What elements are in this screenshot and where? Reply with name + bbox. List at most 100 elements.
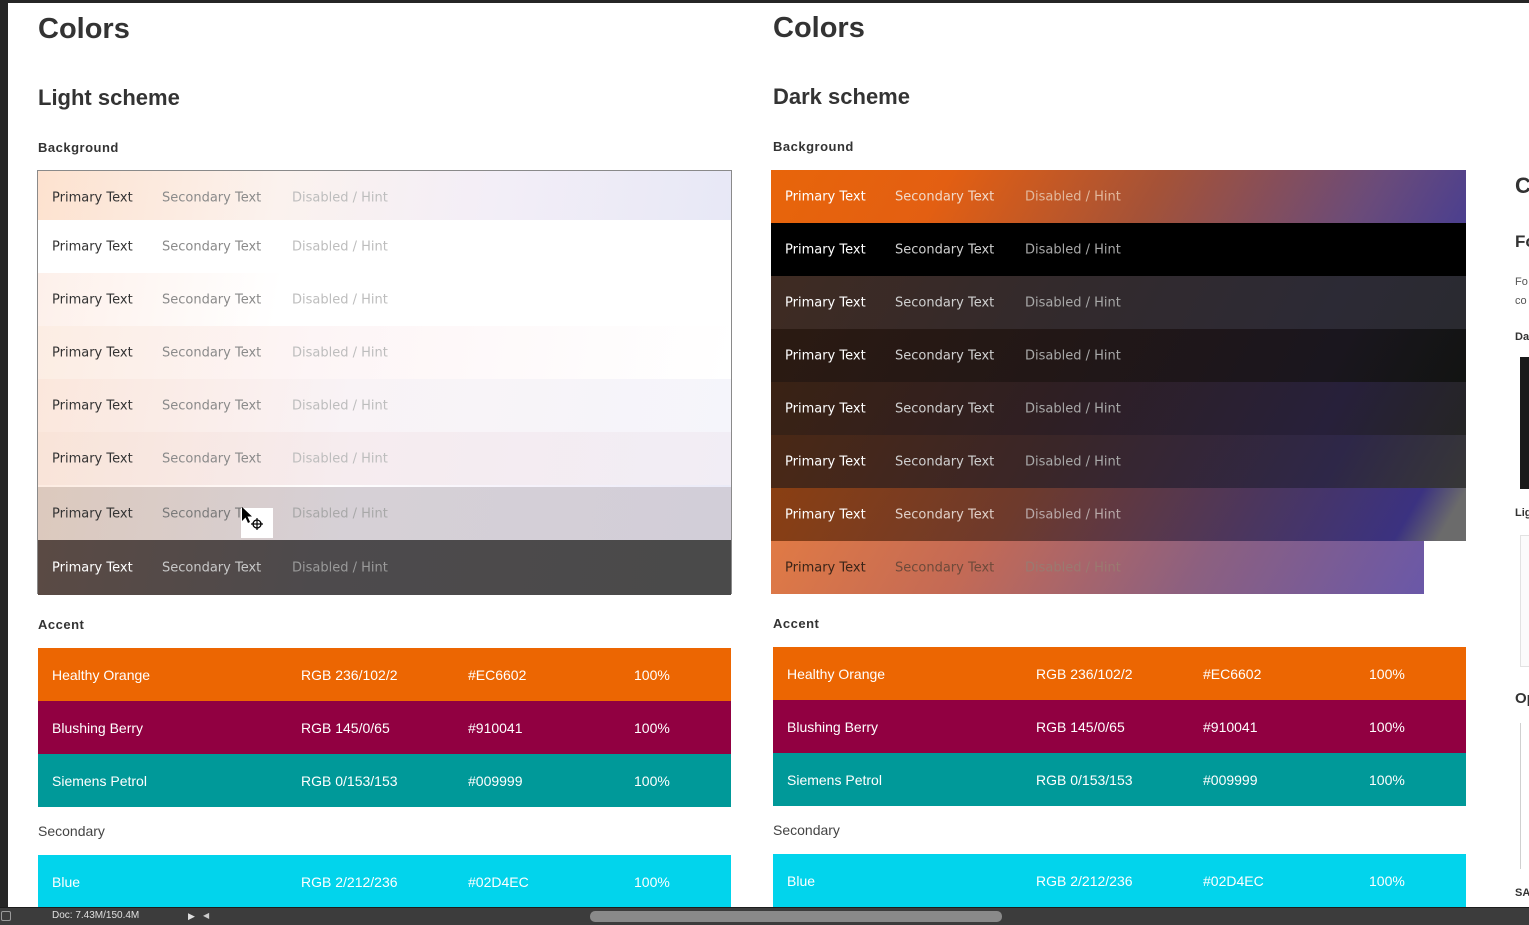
hint-text: Disabled / Hint <box>1025 295 1121 310</box>
color-name: Blushing Berry <box>52 719 144 736</box>
hint-text: Disabled / Hint <box>292 239 388 254</box>
hint-text: Disabled / Hint <box>1025 507 1121 522</box>
color-rgb: RGB 0/153/153 <box>1036 771 1133 788</box>
secondary-text: Secondary Text <box>162 398 262 413</box>
doc-info: Doc: 7.43M/150.4M <box>52 910 140 921</box>
partial-subheading: Lig <box>1515 507 1529 519</box>
scheme-title: Light scheme <box>38 85 180 110</box>
color-opacity: 100% <box>1369 665 1405 682</box>
color-hex: #02D4EC <box>1203 872 1264 889</box>
scroll-left-arrow-icon[interactable]: ◀ <box>203 911 209 920</box>
bg-row-6: Primary Text Secondary Text Disabled / H… <box>771 435 1466 488</box>
color-opacity: 100% <box>634 873 670 890</box>
primary-text: Primary Text <box>52 345 133 360</box>
mouse-cursor-icon <box>241 507 273 538</box>
secondary-text: Secondary Text <box>895 507 995 522</box>
accent-swatch-orange: Healthy Orange RGB 236/102/2 #EC6602 100… <box>38 648 731 701</box>
secondary-text: Secondary Text <box>895 348 995 363</box>
color-name: Siemens Petrol <box>52 772 147 789</box>
secondary-text: Secondary Text <box>162 345 262 360</box>
secondary-heading: Secondary <box>773 822 840 838</box>
hint-text: Disabled / Hint <box>292 506 388 521</box>
partial-light-swatch <box>1520 535 1529 667</box>
bg-row-7: Primary Text Secondary Text Disabled / H… <box>38 487 731 540</box>
color-name: Siemens Petrol <box>787 771 882 788</box>
status-menu-arrow-icon[interactable]: ▶ <box>188 911 198 922</box>
primary-text: Primary Text <box>785 454 866 469</box>
color-rgb: RGB 2/212/236 <box>1036 872 1133 889</box>
document-canvas[interactable]: Colors Light scheme Background Primary T… <box>8 3 1529 907</box>
hint-text: Disabled / Hint <box>292 190 388 205</box>
hint-text: Disabled / Hint <box>1025 401 1121 416</box>
color-opacity: 100% <box>1369 718 1405 735</box>
accent-swatch-berry: Blushing Berry RGB 145/0/65 #910041 100% <box>38 701 731 754</box>
color-hex: #910041 <box>1203 718 1258 735</box>
color-opacity: 100% <box>634 772 670 789</box>
secondary-text: Secondary Text <box>895 560 995 575</box>
primary-text: Primary Text <box>785 507 866 522</box>
bg-row-8: Primary Text Secondary Text Disabled / H… <box>771 541 1424 594</box>
bg-row-4: Primary Text Secondary Text Disabled / H… <box>771 329 1466 382</box>
secondary-text: Secondary Text <box>162 292 262 307</box>
color-opacity: 100% <box>634 666 670 683</box>
primary-text: Primary Text <box>785 295 866 310</box>
accent-swatch-orange: Healthy Orange RGB 236/102/2 #EC6602 100… <box>773 647 1466 700</box>
color-rgb: RGB 0/153/153 <box>301 772 398 789</box>
scheme-title: Dark scheme <box>773 84 910 109</box>
bg-row-5: Primary Text Secondary Text Disabled / H… <box>771 382 1466 435</box>
workspace-left <box>0 0 8 907</box>
secondary-text: Secondary Text <box>162 190 262 205</box>
hint-text: Disabled / Hint <box>1025 560 1121 575</box>
background-heading: Background <box>38 140 119 155</box>
background-swatch-block: Primary Text Secondary Text Disabled / H… <box>771 170 1466 594</box>
accent-heading: Accent <box>38 617 85 632</box>
secondary-heading: Secondary <box>38 823 105 839</box>
horizontal-scrollbar-thumb[interactable] <box>590 911 1002 922</box>
background-heading: Background <box>773 139 854 154</box>
primary-text: Primary Text <box>52 292 133 307</box>
secondary-text: Secondary Text <box>162 560 262 575</box>
color-name: Healthy Orange <box>787 665 886 682</box>
partial-subheading: SA <box>1515 887 1529 899</box>
partial-text: co <box>1515 295 1527 307</box>
primary-text: Primary Text <box>52 398 133 413</box>
hint-text: Disabled / Hint <box>292 292 388 307</box>
secondary-swatch-blue: Blue RGB 2/212/236 #02D4EC 100% <box>38 855 731 907</box>
secondary-text: Secondary Text <box>895 189 995 204</box>
color-hex: #910041 <box>468 719 523 736</box>
partial-subheading: Da <box>1515 331 1529 343</box>
bg-row-8: Primary Text Secondary Text Disabled / H… <box>38 540 731 595</box>
color-opacity: 100% <box>634 719 670 736</box>
color-rgb: RGB 145/0/65 <box>1036 718 1125 735</box>
color-rgb: RGB 236/102/2 <box>301 666 398 683</box>
color-hex: #009999 <box>468 772 523 789</box>
bg-row-5: Primary Text Secondary Text Disabled / H… <box>38 379 731 432</box>
doc-icon[interactable] <box>1 911 11 921</box>
primary-text: Primary Text <box>52 239 133 254</box>
accent-swatch-petrol: Siemens Petrol RGB 0/153/153 #009999 100… <box>773 753 1466 806</box>
hint-text: Disabled / Hint <box>1025 454 1121 469</box>
primary-text: Primary Text <box>785 242 866 257</box>
bg-row-6: Primary Text Secondary Text Disabled / H… <box>38 432 731 485</box>
accent-heading: Accent <box>773 616 820 631</box>
bg-row-2: Primary Text Secondary Text Disabled / H… <box>771 223 1466 276</box>
primary-text: Primary Text <box>785 348 866 363</box>
color-rgb: RGB 236/102/2 <box>1036 665 1133 682</box>
partial-table: L 0 1 2 3 <box>1520 723 1529 869</box>
page-title: Colors <box>38 13 130 45</box>
partial-text: Fo <box>1515 276 1528 288</box>
primary-text: Primary Text <box>785 401 866 416</box>
color-hex: #EC6602 <box>468 666 527 683</box>
hint-text: Disabled / Hint <box>1025 242 1121 257</box>
bg-row-4: Primary Text Secondary Text Disabled / H… <box>38 326 731 379</box>
color-hex: #EC6602 <box>1203 665 1262 682</box>
status-bar: Doc: 7.43M/150.4M ▶ ◀ <box>0 907 1529 925</box>
hint-text: Disabled / Hint <box>292 451 388 466</box>
color-hex: #009999 <box>1203 771 1258 788</box>
secondary-text: Secondary Text <box>895 401 995 416</box>
bg-row-2: Primary Text Secondary Text Disabled / H… <box>38 220 731 273</box>
partial-dark-swatch <box>1520 357 1529 489</box>
accent-swatch-berry: Blushing Berry RGB 145/0/65 #910041 100% <box>773 700 1466 753</box>
secondary-swatch-blue: Blue RGB 2/212/236 #02D4EC 100% <box>773 854 1466 907</box>
color-name: Healthy Orange <box>52 666 151 683</box>
